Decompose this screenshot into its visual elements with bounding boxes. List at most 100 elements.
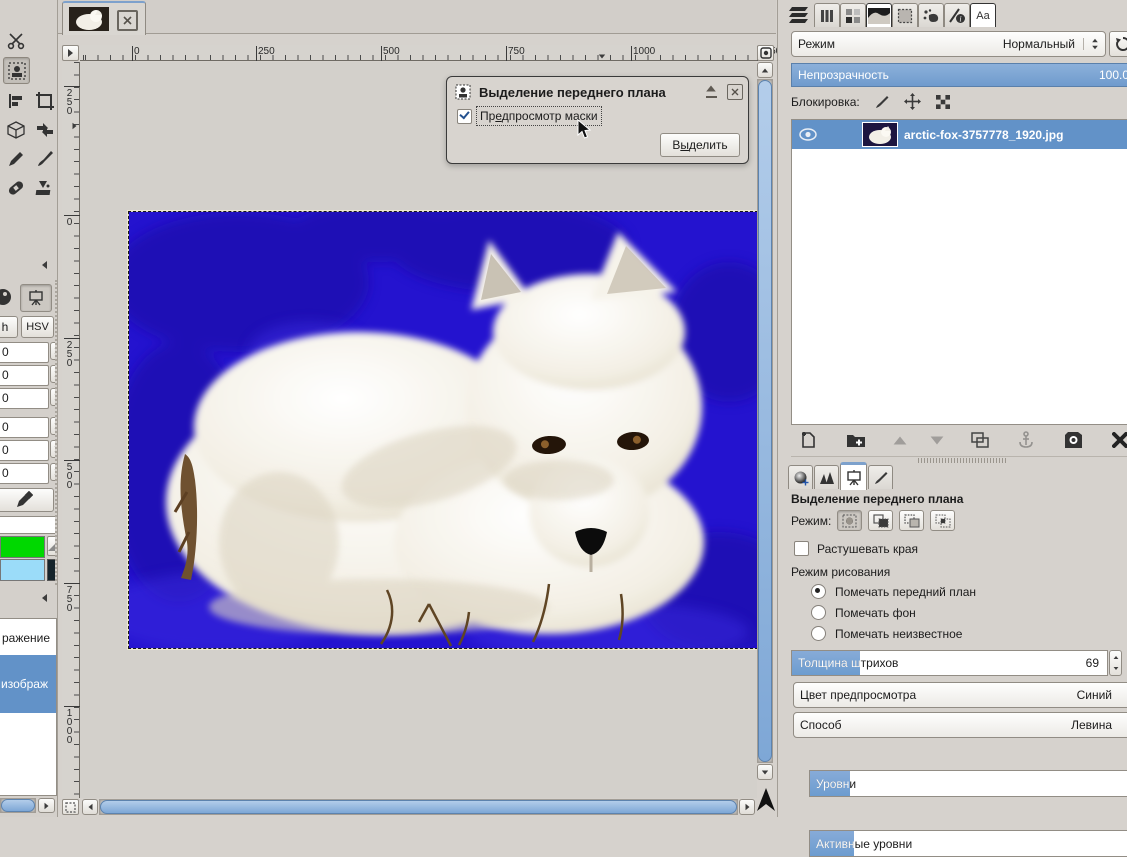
tab-paint-dynamics[interactable] [868,465,893,489]
quick-mask-toggle-button[interactable] [62,799,79,815]
align-tool-button[interactable] [3,88,28,113]
gradient-button[interactable] [47,536,57,556]
tab-pointer[interactable]: i [944,3,970,27]
color-easel-tab-button[interactable] [20,284,52,312]
tab-tool-options[interactable] [840,462,867,490]
canvas-image[interactable] [128,211,757,649]
visibility-eye-icon[interactable] [799,128,817,141]
color-value-input[interactable]: 0 [0,342,49,363]
preview-color-combo[interactable]: Цвет предпросмотра Синий [793,682,1127,708]
new-group-button[interactable] [846,431,866,449]
opacity-slider[interactable]: Непрозрачность 100.0 [791,63,1127,87]
feather-edges-checkbox[interactable] [794,541,809,556]
tab-undo-history[interactable] [918,3,944,27]
zoom-follow-window-button[interactable] [757,45,774,61]
color-value-input[interactable]: 0 [0,388,49,409]
color-value-input[interactable]: 0 [0,365,49,386]
lower-layer-button[interactable] [931,436,944,444]
crop-tool-button[interactable] [32,88,57,113]
tab-histogram-small[interactable] [814,465,839,489]
add-mask-button[interactable] [1064,432,1083,449]
stroke-width-slider[interactable]: Толщина штрихов Толщина штрихов 69 [791,650,1108,676]
collapse-lower-dock-button[interactable] [37,591,51,605]
select-button[interactable]: Выделить [660,133,740,157]
pencil-tool-button[interactable] [3,146,28,171]
layer-mode-combo[interactable]: Режим Нормальный [791,31,1106,57]
mark-foreground-radio[interactable] [811,584,826,599]
color-value-stepper[interactable] [50,388,57,406]
ink-tool-button[interactable] [32,175,57,200]
stroke-width-stepper[interactable] [1109,650,1122,676]
navigation-preview-button[interactable] [756,784,776,816]
tab-selection-editor[interactable] [892,3,918,27]
anchor-button[interactable] [1018,431,1034,449]
lock-move-icon[interactable] [904,93,921,110]
scroll-down-button[interactable] [757,764,773,780]
tab-channels[interactable] [814,3,840,27]
dark-color-swatch[interactable] [47,559,57,581]
heal-tool-button[interactable] [3,175,28,200]
selection-mode-add-button[interactable] [868,510,893,531]
color-value-stepper[interactable] [50,417,57,435]
engine-combo[interactable]: Способ Левина [793,712,1127,738]
active-levels-slider[interactable]: Активные уровни Активные уровни [809,830,1127,857]
flip-tool-button[interactable] [32,117,57,142]
mask-preview-checkbox[interactable] [457,109,472,124]
tab-histogram[interactable] [866,3,892,27]
paintbrush-tool-button[interactable] [32,146,57,171]
mark-background-radio[interactable] [811,605,826,620]
fg-color-swatch[interactable] [0,536,45,558]
bg-color-swatch[interactable] [0,559,45,581]
canvas-area[interactable] [80,62,757,798]
foreground-select-tool-button[interactable] [3,57,30,84]
color-value-input[interactable]: 0 [0,440,49,461]
color-value-input[interactable]: 0 [0,463,49,484]
selection-mode-subtract-button[interactable] [899,510,924,531]
new-layer-button[interactable] [799,431,817,449]
duplicate-layer-button[interactable] [971,432,989,448]
tab-colormap[interactable] [840,3,866,27]
tab-fonts[interactable]: Aa [970,3,996,27]
selection-mode-intersect-button[interactable] [930,510,955,531]
image-tab[interactable] [62,1,146,35]
raise-layer-button[interactable] [893,436,906,444]
scissors-select-tool-button[interactable] [3,28,28,53]
detach-dialog-button[interactable] [705,85,719,99]
vertical-ruler[interactable]: 250 0 250 500 750 1000 [62,62,80,798]
list-item[interactable]: ражение [2,631,50,645]
color-value-stepper[interactable] [50,365,57,383]
ch-tab-button[interactable]: h [0,316,18,338]
3d-transform-tool-button[interactable] [3,117,28,142]
dock-splitter-handle[interactable] [918,458,1008,463]
scroll-left-button[interactable] [82,799,98,815]
list-item-selected[interactable]: изображ [0,655,56,713]
layer-row[interactable]: arctic-fox-3757778_1920.jpg [792,120,1127,149]
tab-brushes[interactable] [788,465,813,489]
collapse-left-dock-button[interactable] [37,258,51,272]
color-value-stepper[interactable] [50,463,57,481]
reset-mode-button[interactable] [1109,31,1127,57]
image-menu-button[interactable] [62,45,79,61]
hsv-tab-button[interactable]: HSV [21,316,54,338]
horizontal-ruler[interactable]: 0 250 500 750 1000 1250 [80,45,757,61]
scroll-right-button[interactable] [739,799,755,815]
list-scroll-right-button[interactable] [38,798,55,813]
levels-slider[interactable]: Уровни Уровни [809,770,1127,797]
vertical-scrollbar[interactable] [757,79,773,763]
color-value-input[interactable]: 0 [0,417,49,438]
horizontal-scrollbar[interactable] [99,799,738,815]
lock-alpha-icon[interactable] [935,94,951,110]
color-picker-button[interactable] [0,488,54,512]
color-value-stepper[interactable] [50,440,57,458]
dialog-close-button[interactable] [727,84,743,100]
mark-unknown-radio[interactable] [811,626,826,641]
easel-icon [845,469,863,487]
color-value-stepper[interactable] [50,342,57,360]
tab-close-button[interactable] [117,10,138,31]
lock-paint-icon[interactable] [874,94,890,110]
selection-mode-replace-button[interactable] [837,510,862,531]
foreground-select-dialog[interactable]: Выделение переднего плана Предпросмотр м… [446,76,749,164]
scroll-up-button[interactable] [757,62,773,78]
tab-layers[interactable] [786,2,812,28]
delete-layer-button[interactable] [1112,432,1127,448]
